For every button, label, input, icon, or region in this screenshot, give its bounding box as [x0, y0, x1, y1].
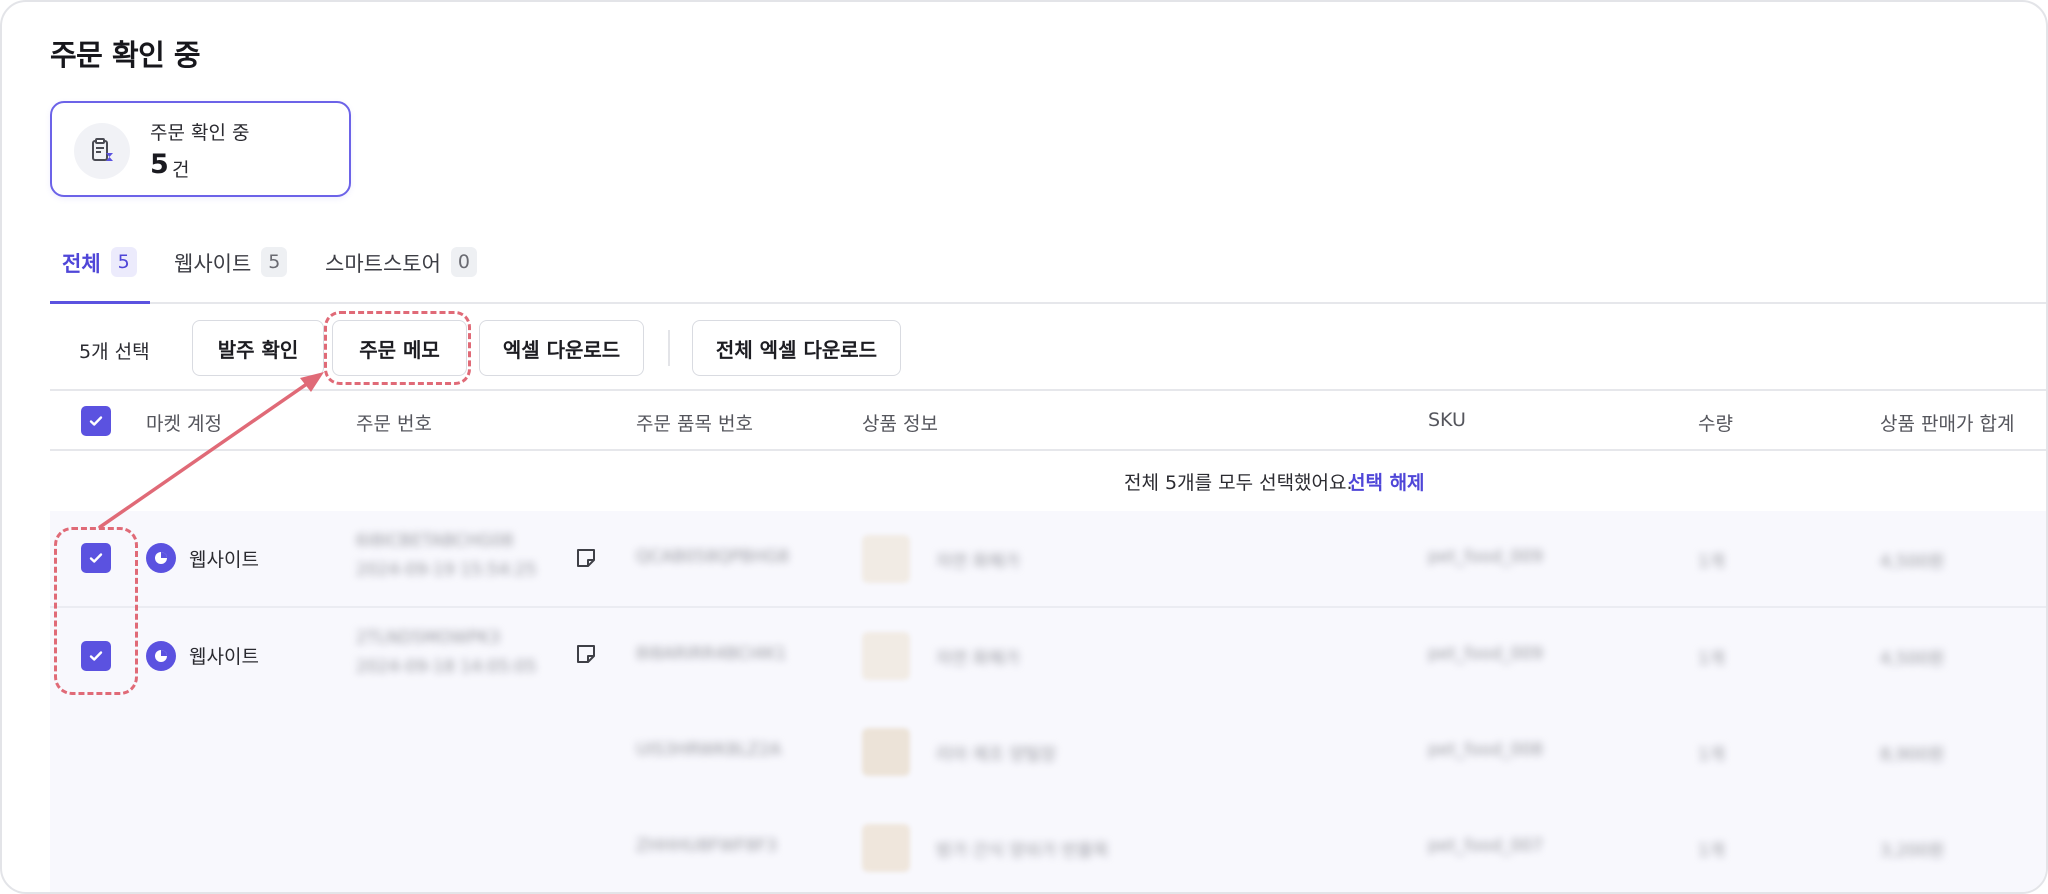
sku-value: pet_food_008	[1428, 740, 1543, 760]
header-sales-total: 상품 판매가 합계	[1880, 413, 2015, 435]
header-quantity: 수량	[1698, 413, 1733, 435]
quantity-value: 1개	[1698, 841, 1725, 861]
select-all-checkbox[interactable]	[81, 406, 111, 436]
product-thumbnail	[862, 632, 910, 680]
sku-value: pet_food_007	[1428, 836, 1543, 856]
order-number: 6I8ICBETABCHG08	[356, 531, 514, 551]
toolbar-divider	[668, 330, 670, 366]
row-divider	[50, 606, 2046, 608]
tab-website[interactable]: 웹사이트 5	[174, 242, 288, 304]
product-thumbnail	[862, 535, 910, 583]
order-datetime: 2024-09-19 15:54:25	[356, 560, 537, 580]
order-confirm-button[interactable]: 발주 확인	[192, 320, 324, 376]
app-window: 주문 확인 중 주문 확인 중 5 건 전체 5 웹사이트 5 스마트스토어 0	[0, 0, 2048, 894]
price-value: 8,900원	[1880, 745, 1945, 765]
summary-count: 5	[150, 149, 169, 180]
sku-value: pet_food_009	[1428, 644, 1543, 664]
market-name: 웹사이트	[189, 549, 259, 571]
product-name: 자연 화해가	[936, 552, 1020, 572]
tab-all[interactable]: 전체 5	[62, 242, 137, 304]
price-value: 3,200원	[1880, 841, 1945, 861]
memo-icon[interactable]	[574, 546, 598, 570]
tab-all-label: 전체	[62, 252, 101, 276]
clipboard-hourglass-icon	[74, 123, 130, 179]
header-market-account: 마켓 계정	[146, 413, 222, 435]
product-name: 자연 화해가	[936, 649, 1020, 669]
tab-all-count: 5	[110, 247, 137, 277]
website-market-icon	[146, 641, 176, 671]
order-datetime: 2024-09-18 14:05:05	[356, 657, 537, 677]
select-all-notice: 전체 5개를 모두 선택했어요. 선택 해제	[50, 451, 2046, 511]
deselect-link[interactable]: 선택 해제	[1348, 468, 1425, 495]
tab-website-label: 웹사이트	[174, 252, 252, 276]
price-value: 4,500원	[1880, 552, 1945, 572]
memo-button-highlight	[324, 311, 471, 385]
selected-count: 5개 선택	[79, 341, 150, 363]
product-thumbnail	[862, 824, 910, 872]
check-icon	[89, 416, 103, 426]
excel-download-button[interactable]: 엑셀 다운로드	[479, 320, 644, 376]
summary-unit: 건	[172, 159, 190, 181]
checkbox-highlight	[54, 527, 138, 695]
header-order-item-number: 주문 품목 번호	[636, 413, 753, 435]
header-sku: SKU	[1428, 409, 1466, 431]
order-number: 2TLND5MOWPK3	[356, 628, 501, 648]
tab-smartstore-count: 0	[450, 247, 477, 277]
select-all-notice-text: 전체 5개를 모두 선택했어요.	[1124, 472, 1353, 494]
order-item-number: 8I8ARIRR4BCI4K1	[636, 644, 787, 664]
header-product-info: 상품 정보	[862, 413, 938, 435]
table-header: 마켓 계정 주문 번호 주문 품목 번호 상품 정보 SKU 수량 상품 판매가…	[50, 391, 2046, 451]
header-order-number: 주문 번호	[356, 413, 432, 435]
tab-smartstore-label: 스마트스토어	[325, 252, 441, 276]
product-name: 리아 제조 양털장	[936, 745, 1057, 765]
summary-label: 주문 확인 중	[150, 122, 250, 144]
quantity-value: 1개	[1698, 552, 1725, 572]
market-name: 웹사이트	[189, 646, 259, 668]
memo-icon[interactable]	[574, 642, 598, 666]
quantity-value: 1개	[1698, 745, 1725, 765]
product-thumbnail	[862, 728, 910, 776]
excel-download-all-button[interactable]: 전체 엑셀 다운로드	[692, 320, 901, 376]
table-body: 웹사이트 6I8ICBETABCHG08 2024-09-19 15:54:25…	[50, 511, 2046, 892]
page-title: 주문 확인 중	[50, 38, 201, 72]
tab-bar: 전체 5 웹사이트 5 스마트스토어 0	[50, 242, 2046, 304]
sku-value: pet_food_009	[1428, 547, 1543, 567]
quantity-value: 1개	[1698, 649, 1725, 669]
summary-card[interactable]: 주문 확인 중 5 건	[50, 101, 351, 197]
order-item-number: ZHHHU8FWF8F3	[636, 836, 778, 856]
tab-website-count: 5	[261, 247, 288, 277]
website-market-icon	[146, 543, 176, 573]
order-item-number: QCAB058QPBHG8	[636, 547, 790, 567]
product-name: 방가 간식 양쉬가 반물목	[936, 841, 1109, 861]
tab-smartstore[interactable]: 스마트스토어 0	[325, 242, 477, 304]
order-item-number: UIS3HRWK8LZ2A	[636, 740, 782, 760]
price-value: 4,500원	[1880, 649, 1945, 669]
